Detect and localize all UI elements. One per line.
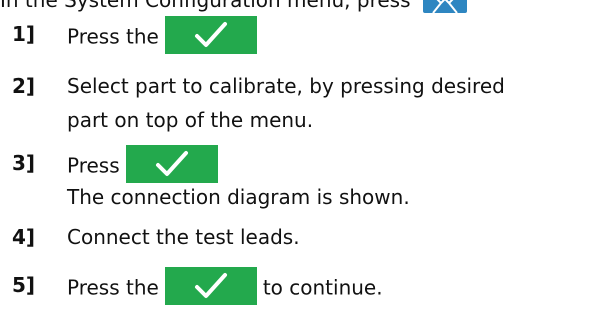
step-2: 2] Select part to calibrate, by pressing…	[0, 71, 613, 135]
step-text: Press the	[67, 24, 159, 49]
step-line: Connect the test leads.	[67, 225, 300, 249]
step-body: Connect the test leads.	[67, 222, 613, 252]
step-number: 1]	[12, 22, 36, 46]
step-line: The connection diagram is shown.	[67, 185, 410, 209]
step-5: 5] Press the to continue.	[0, 264, 613, 306]
step-3: 3] Press The connection diagram is shown…	[0, 145, 613, 215]
step-text: to continue.	[262, 275, 383, 300]
tools-icon[interactable]	[422, 0, 467, 13]
step-body: Press the	[67, 16, 613, 54]
step-body: Press The connection diagram is shown.	[67, 145, 613, 212]
step-number: 3]	[12, 151, 36, 175]
step-number: 5]	[12, 273, 36, 297]
step-line: part on top of the menu.	[67, 108, 314, 132]
check-button[interactable]	[164, 267, 257, 305]
check-icon	[155, 151, 188, 176]
step-text: Press	[67, 153, 120, 178]
step-text: Press the	[67, 275, 159, 300]
step-body: Select part to calibrate, by pressing de…	[67, 71, 613, 135]
check-icon	[194, 273, 227, 298]
step-line: Select part to calibrate, by pressing de…	[67, 74, 505, 98]
step-1: 1] Press the	[0, 14, 613, 54]
intro-line: In the System Configuration menu, press	[0, 0, 467, 13]
step-number: 4]	[12, 225, 36, 249]
step-line: Press	[67, 145, 613, 183]
step-number: 2]	[12, 74, 36, 98]
step-line: Press the	[67, 16, 613, 54]
check-button[interactable]	[125, 145, 218, 183]
check-icon	[194, 22, 227, 47]
step-line: Press the to continue.	[67, 267, 613, 305]
intro-text: In the System Configuration menu, press	[0, 0, 411, 12]
step-body: Press the to continue.	[67, 267, 613, 305]
step-4: 4] Connect the test leads.	[0, 222, 613, 252]
check-button[interactable]	[164, 16, 257, 54]
